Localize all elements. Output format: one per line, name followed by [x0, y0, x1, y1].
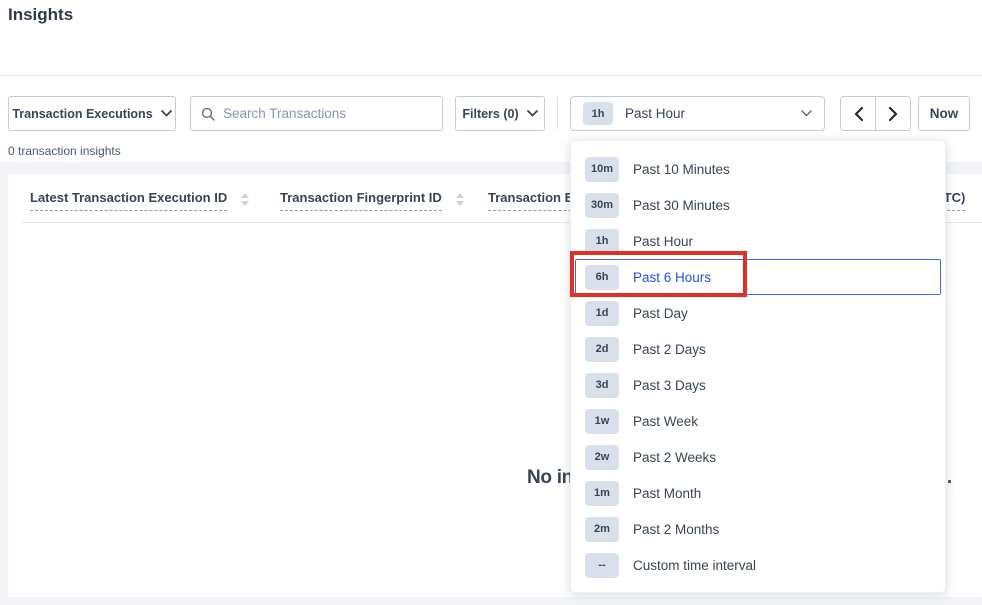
chevron-down-icon	[527, 110, 538, 117]
filters-button[interactable]: Filters (0)	[455, 96, 545, 131]
chevron-down-icon	[801, 110, 812, 117]
time-option-label: Past 10 Minutes	[633, 162, 730, 177]
time-option[interactable]: 1m Past Month	[575, 475, 941, 511]
time-pager	[840, 96, 911, 131]
table-column-header[interactable]: Latest Transaction Execution ID	[30, 190, 249, 211]
time-option[interactable]: -- Custom time interval	[575, 547, 941, 583]
insight-type-select[interactable]: Transaction Executions	[8, 96, 176, 131]
time-option-label: Past 6 Hours	[633, 270, 711, 285]
time-range-select[interactable]: 1h Past Hour	[570, 96, 825, 131]
time-option-label: Past 30 Minutes	[633, 198, 730, 213]
time-option[interactable]: 1h Past Hour	[575, 223, 941, 259]
time-option[interactable]: 1d Past Day	[575, 295, 941, 331]
time-option-label: Past Hour	[633, 234, 693, 249]
time-range-label: Past Hour	[625, 106, 685, 121]
table-column-header[interactable]: Transaction Fingerprint ID	[280, 190, 464, 211]
time-option-badge: 1w	[585, 409, 619, 434]
search-box	[190, 96, 443, 131]
time-option[interactable]: 1w Past Week	[575, 403, 941, 439]
time-option-badge: 1m	[585, 481, 619, 506]
now-button[interactable]: Now	[918, 96, 970, 131]
chevron-left-icon	[854, 107, 863, 121]
column-header-label: Latest Transaction Execution ID	[30, 190, 227, 211]
insights-count: 0 transaction insights	[8, 144, 121, 158]
time-range-badge: 1h	[583, 102, 613, 125]
time-option-label: Past 3 Days	[633, 378, 706, 393]
time-option[interactable]: 2m Past 2 Months	[575, 511, 941, 547]
time-option-label: Past 2 Weeks	[633, 450, 716, 465]
time-option-badge: --	[585, 553, 619, 578]
time-option-badge: 2m	[585, 517, 619, 542]
time-option-badge: 3d	[585, 373, 619, 398]
next-time-button[interactable]	[876, 97, 910, 130]
prev-time-button[interactable]	[841, 97, 876, 130]
time-option-label: Past 2 Days	[633, 342, 706, 357]
insight-type-select-label: Transaction Executions	[12, 107, 152, 121]
time-option[interactable]: 10m Past 10 Minutes	[575, 151, 941, 187]
toolbar-divider	[557, 98, 558, 129]
column-header-label: Transaction Fingerprint ID	[280, 190, 442, 211]
time-option-label: Custom time interval	[633, 558, 756, 573]
time-option-badge: 2d	[585, 337, 619, 362]
chevron-right-icon	[889, 107, 898, 121]
toolbar: Transaction Executions Filters (0) 1h Pa…	[0, 96, 982, 131]
tab-bar	[0, 46, 982, 76]
time-option-label: Past Day	[633, 306, 688, 321]
time-option-badge: 30m	[585, 193, 619, 218]
time-option[interactable]: 2d Past 2 Days	[575, 331, 941, 367]
time-option-badge: 1h	[585, 229, 619, 254]
page-header: Insights Transaction Executions Filters …	[0, 0, 982, 162]
sort-icon	[456, 193, 464, 206]
time-option[interactable]: 30m Past 30 Minutes	[575, 187, 941, 223]
search-input[interactable]	[223, 106, 432, 121]
chevron-down-icon	[161, 110, 172, 117]
sort-icon	[241, 193, 249, 206]
time-option[interactable]: 3d Past 3 Days	[575, 367, 941, 403]
search-icon	[201, 107, 215, 121]
time-option[interactable]: 2w Past 2 Weeks	[575, 439, 941, 475]
time-option-label: Past Week	[633, 414, 698, 429]
time-option-badge: 2w	[585, 445, 619, 470]
time-option-badge: 6h	[585, 265, 619, 290]
time-option-badge: 10m	[585, 157, 619, 182]
time-range-dropdown: 10m Past 10 Minutes 30m Past 30 Minutes …	[570, 140, 946, 593]
time-option-label: Past 2 Months	[633, 522, 719, 537]
time-option-label: Past Month	[633, 486, 701, 501]
time-option[interactable]: 6h Past 6 Hours	[575, 259, 941, 295]
page-title: Insights	[8, 5, 73, 25]
now-button-label: Now	[930, 106, 959, 121]
filters-button-label: Filters (0)	[462, 107, 518, 121]
time-option-badge: 1d	[585, 301, 619, 326]
